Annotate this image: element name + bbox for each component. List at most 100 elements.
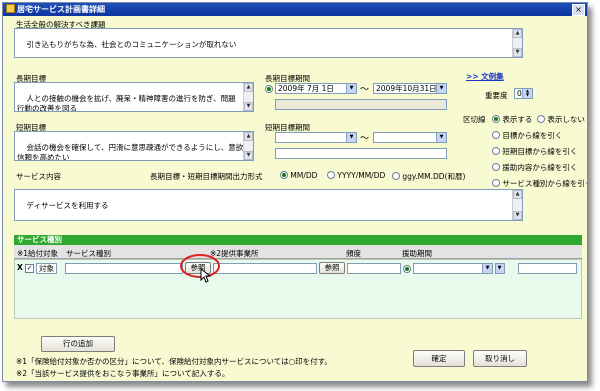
line-option-short[interactable]: 短期目標から線を引く [492,146,577,157]
line-goal-text: 目標から線を引く [502,131,563,140]
note-1: ※1「保険給付対象か否かの区分」について、保険給付対象内サービスについては○印を… [16,357,332,366]
format-yyyymmdd-text: YYYY/MM/DD [337,171,386,180]
row-delete-icon[interactable]: X [17,263,23,272]
service-type-input[interactable] [65,263,183,274]
period-text-input[interactable] [518,263,577,274]
line-assist-radio[interactable] [492,163,500,171]
period-radio-date[interactable] [403,265,411,273]
scroll-up-icon[interactable]: ▲ [244,83,253,92]
period-start-select[interactable]: ▼ [413,263,493,274]
long-period-radio-date[interactable] [265,85,273,93]
divider-hide-text: 表示しない [547,115,585,124]
short-period-end-select[interactable]: ▼ [373,132,447,143]
cancel-button[interactable]: 取り消し [473,350,527,367]
long-period-end-value: 2009年10月31日 [376,84,437,93]
chevron-down-icon[interactable]: ▼ [346,133,356,142]
long-goal-text: 人との接触の機会を拡げ、廃呆・精神障害の進行を防ぎ、問題 行動の改善を図る [17,94,236,112]
scroll-down-icon[interactable]: ▼ [513,48,522,57]
table-row: X ✓ 対象 参照 参照 ▼ ▼ [17,262,579,274]
long-period-start-select[interactable]: 2009年 7月 1日 ▼ [275,83,357,94]
short-period-tilde: 〜 [360,134,370,144]
close-icon[interactable]: × [572,4,585,16]
title-bar: 居宅サービス計画書詳細 × [3,3,587,16]
line-goal-radio[interactable] [492,131,500,139]
long-period-text-input[interactable] [275,99,447,110]
long-goal-scrollbar[interactable]: ▲ ▼ [243,83,253,111]
service-label: サービス内容 [16,172,61,181]
line-option-assist[interactable]: 援助内容から線を引く [492,162,577,173]
frequency-input[interactable] [347,263,401,274]
issue-textarea[interactable]: 引き込もりがちな為、社会とのコミュニケーションが取れない ▲ ▼ [14,28,523,58]
window-title: 居宅サービス計画書詳細 [17,5,105,14]
divider-show-radio[interactable] [492,115,500,123]
scroll-up-icon[interactable]: ▲ [513,29,522,38]
long-period-end-select[interactable]: 2009年10月31日 ▼ [373,83,447,94]
format-wareki-radio[interactable] [392,172,400,180]
line-short-radio[interactable] [492,147,500,155]
format-option-yyyymmdd[interactable]: YYYY/MM/DD [327,171,385,180]
confirm-button[interactable]: 確定 [413,350,465,367]
long-period-tilde: 〜 [360,85,370,95]
col-kyufu: ※1給付対象 [17,249,59,258]
long-goal-textarea[interactable]: 人との接触の機会を拡げ、廃呆・精神障害の進行を防ぎ、問題 行動の改善を図る ▲ ▼ [14,82,254,112]
service-text: ディサービスを利用する [26,201,109,210]
short-period-text-input[interactable] [275,148,447,159]
short-goal-text: 会話の機会を確保して、円滑に意思疎通ができるようにし、意欲と 信頼を高めたい [17,143,251,161]
format-yyyymmdd-radio[interactable] [327,171,335,179]
period-end-select[interactable]: ▼ [495,263,505,274]
scroll-up-icon[interactable]: ▲ [513,190,522,199]
chevron-down-icon[interactable]: ▼ [436,84,446,93]
chevron-down-icon[interactable]: ▼ [346,84,356,93]
provider-input[interactable] [213,263,317,274]
divider-label: 区切線 [463,115,486,124]
format-option-mmdd[interactable]: MM/DD [280,171,317,180]
line-option-goal[interactable]: 目標から線を引く [492,130,562,141]
line-option-service[interactable]: サービス種別から線を引く [492,178,588,189]
line-assist-text: 援助内容から線を引く [502,163,578,172]
service-scrollbar[interactable]: ▲ ▼ [512,190,522,220]
stepper-arrows-icon[interactable]: ▲ ▼ [522,89,532,98]
scroll-down-icon[interactable]: ▼ [513,211,522,220]
issue-text: 引き込もりがちな為、社会とのコミュニケーションが取れない [26,40,237,49]
add-row-button[interactable]: 行の追加 [41,336,115,352]
long-period-start-value: 2009年 7月 1日 [278,84,334,93]
note-2: ※2「当該サービス提供をおこなう事業所」について記入する。 [16,369,230,378]
service-table-columns: ※1給付対象 サービス種別 ※2提供事業所 頻度 援助期間 [14,245,582,259]
col-service-type: サービス種別 [66,249,111,258]
line-short-text: 短期目標から線を引く [502,147,578,156]
col-period: 援助期間 [402,249,432,258]
format-wareki-text: ggy.MM.DD(和暦) [402,172,466,181]
scroll-down-icon[interactable]: ▼ [244,102,253,111]
service-textarea[interactable]: ディサービスを利用する ▲ ▼ [14,189,523,221]
priority-label: 重要度 [485,91,508,100]
scroll-down-icon[interactable]: ▼ [244,151,253,160]
divider-option-hide[interactable]: 表示しない [537,114,585,125]
short-goal-textarea[interactable]: 会話の機会を確保して、円滑に意思疎通ができるようにし、意欲と 信頼を高めたい ▲… [14,131,254,161]
line-service-radio[interactable] [492,179,500,187]
chevron-down-icon[interactable]: ▼ [436,133,446,142]
plan-detail-window: 居宅サービス計画書詳細 × 生活全般の解決すべき課題 引き込もりがちな為、社会と… [2,2,588,382]
row-checkbox[interactable]: ✓ [25,264,34,273]
chevron-down-icon[interactable]: ▼ [496,264,504,273]
divider-hide-radio[interactable] [537,115,545,123]
short-goal-scrollbar[interactable]: ▲ ▼ [243,132,253,160]
short-period-start-select[interactable]: ▼ [275,132,357,143]
provider-ref-button[interactable]: 参照 [319,262,345,274]
format-label: 長期目標・短期目標期間出力形式 [150,172,263,181]
bunrei-link[interactable]: >> 文例集 [466,71,504,82]
divider-option-show[interactable]: 表示する [492,114,532,125]
chevron-down-icon[interactable]: ▼ [482,264,492,273]
app-icon [6,4,15,13]
line-service-text: サービス種別から線を引く [502,179,588,188]
format-mmdd-radio[interactable] [280,171,288,179]
row-target-field[interactable]: 対象 [36,263,57,274]
format-option-wareki[interactable]: ggy.MM.DD(和暦) [392,171,465,182]
service-table-body: X ✓ 対象 参照 参照 ▼ ▼ [14,259,582,319]
issue-scrollbar[interactable]: ▲ ▼ [512,29,522,57]
priority-stepper[interactable]: 0 ▲ ▼ [514,88,533,99]
service-table-header: サービス種別 [14,235,582,245]
divider-show-text: 表示する [502,115,533,124]
scroll-up-icon[interactable]: ▲ [244,132,253,141]
format-mmdd-text: MM/DD [290,171,318,180]
mouse-cursor-icon [200,268,212,283]
